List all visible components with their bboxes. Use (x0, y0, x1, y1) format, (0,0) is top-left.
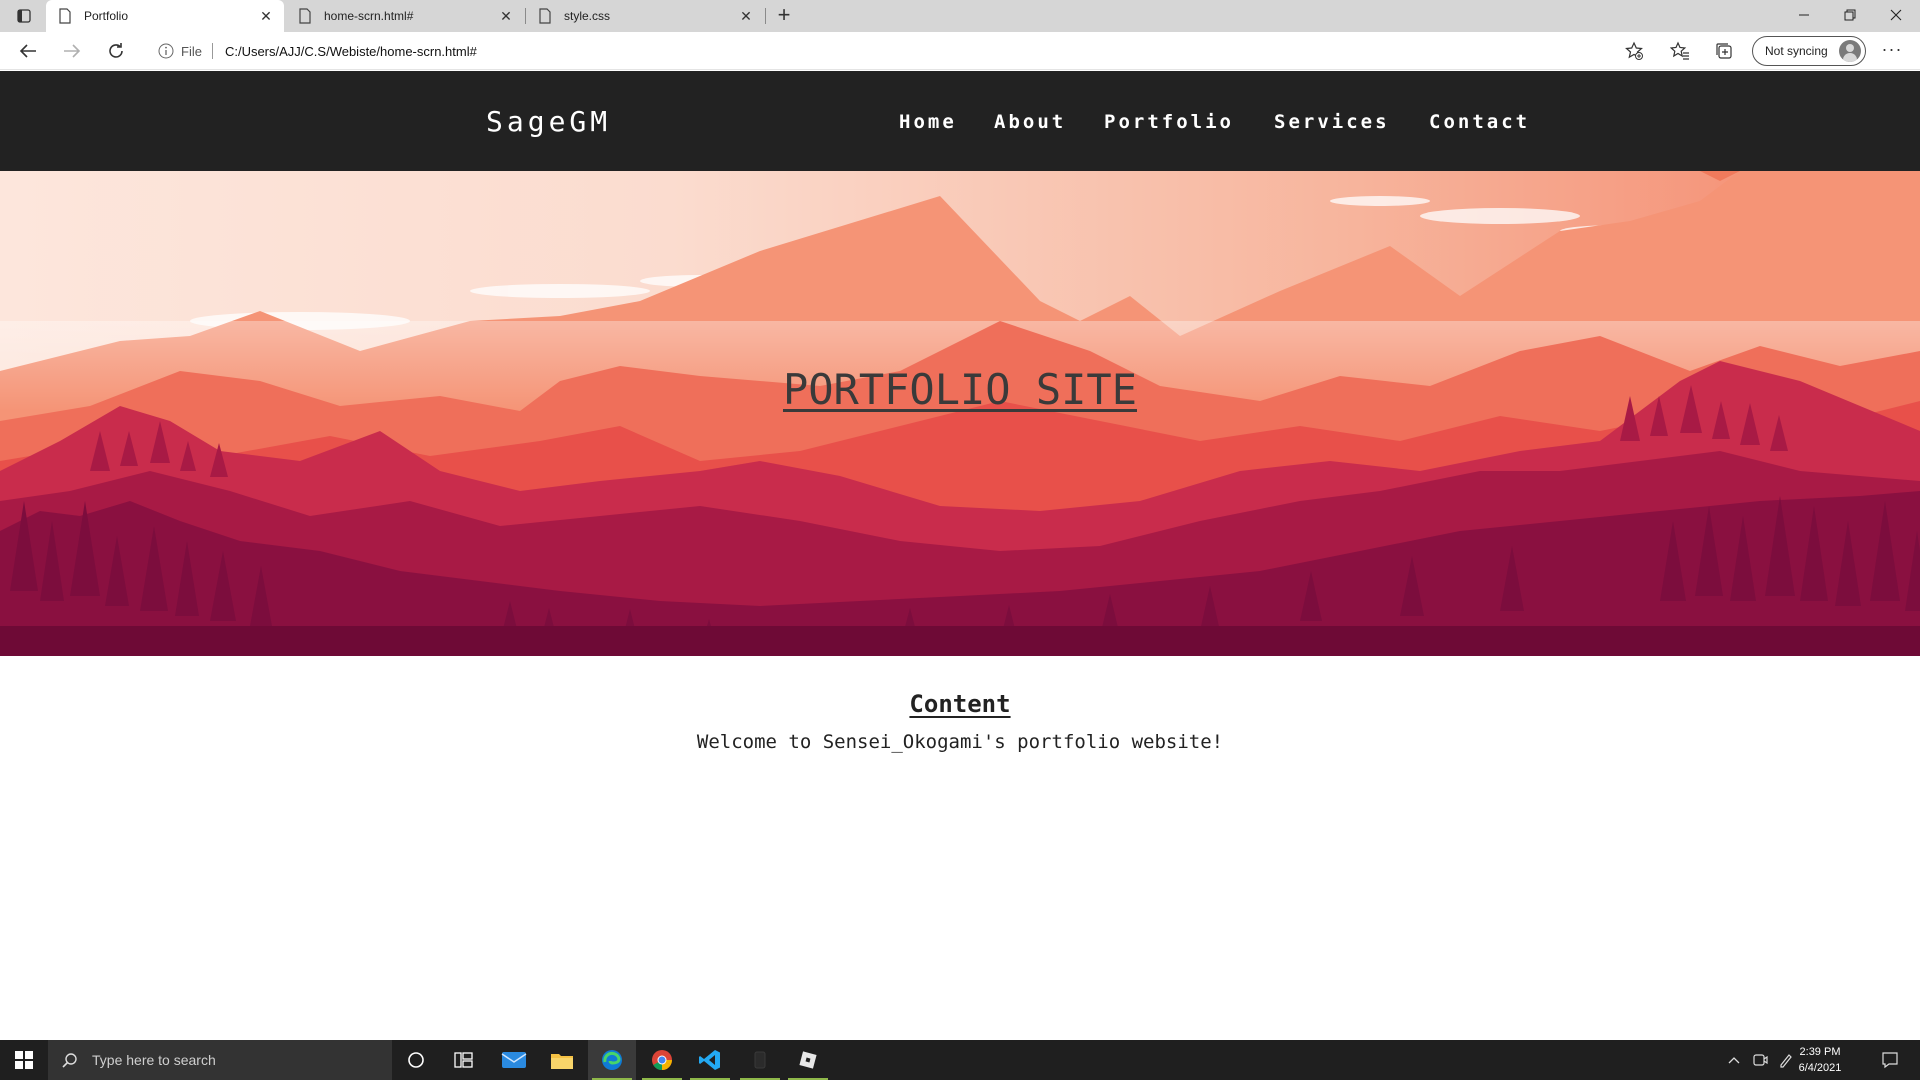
nav-home[interactable]: Home (899, 111, 957, 133)
hero-banner: PORTFOLIO SITE (0, 171, 1920, 656)
page-icon (539, 8, 551, 24)
start-button[interactable] (0, 1040, 48, 1080)
tab-actions-icon[interactable] (12, 6, 36, 26)
taskbar-search-box[interactable]: Type here to search (48, 1040, 392, 1080)
tab-label: Portfolio (84, 9, 129, 23)
chrome-icon[interactable] (638, 1040, 686, 1080)
tab-style-css[interactable]: style.css ✕ (526, 0, 764, 32)
tab-portfolio[interactable]: Portfolio ✕ (46, 0, 284, 32)
page-icon (59, 8, 71, 24)
minimize-button[interactable] (1782, 0, 1826, 30)
hero-title[interactable]: PORTFOLIO SITE (0, 365, 1920, 414)
forward-arrow-icon (64, 44, 81, 58)
tab-label: home-scrn.html# (324, 9, 414, 23)
app-icon[interactable] (736, 1040, 784, 1080)
browser-toolbar: File C:/Users/AJJ/C.S/Webiste/home-scrn.… (0, 32, 1920, 70)
tab-bar: Portfolio ✕ home-scrn.html# ✕ style.css … (0, 0, 1920, 32)
star-add-icon (1625, 41, 1643, 60)
address-bar[interactable]: File C:/Users/AJJ/C.S/Webiste/home-scrn.… (146, 36, 1692, 66)
close-icon[interactable]: ✕ (498, 8, 514, 24)
close-icon[interactable]: ✕ (738, 8, 754, 24)
favorites-button[interactable] (1666, 37, 1694, 65)
site-header: SageGM Home About Portfolio Services Con… (0, 71, 1920, 171)
tab-label: style.css (564, 9, 611, 23)
clock-time: 2:39 PM (1799, 1046, 1841, 1058)
close-window-button[interactable] (1874, 0, 1918, 30)
tab-separator (765, 8, 766, 24)
close-icon[interactable]: ✕ (258, 8, 274, 24)
tab-home-scrn[interactable]: home-scrn.html# ✕ (286, 0, 524, 32)
site-logo[interactable]: SageGM (486, 105, 611, 138)
content-heading[interactable]: Content (0, 690, 1920, 718)
restore-button[interactable] (1828, 0, 1872, 30)
favorites-icon (1670, 41, 1689, 60)
more-menu-button[interactable]: ··· (1878, 37, 1906, 65)
taskbar-clock[interactable]: 2:39 PM 6/4/2021 (1790, 1044, 1850, 1076)
nav-portfolio[interactable]: Portfolio (1104, 111, 1234, 133)
chevron-up-icon[interactable] (1720, 1040, 1748, 1080)
avatar-icon (1839, 40, 1861, 62)
notifications-button[interactable] (1870, 1040, 1910, 1080)
nav-services[interactable]: Services (1274, 111, 1390, 133)
address-divider (211, 43, 213, 59)
search-icon (62, 1053, 77, 1068)
clock-date: 6/4/2021 (1798, 1062, 1842, 1074)
file-explorer-icon[interactable] (538, 1040, 586, 1080)
cortana-icon[interactable] (392, 1040, 440, 1080)
collections-button[interactable] (1710, 37, 1738, 65)
edge-icon[interactable] (588, 1040, 636, 1080)
nav-contact[interactable]: Contact (1429, 111, 1530, 133)
sync-status-label: Not syncing (1765, 44, 1828, 58)
forward-button[interactable] (58, 37, 86, 65)
profile-sync-button[interactable]: Not syncing (1752, 36, 1866, 66)
meet-now-icon[interactable] (1748, 1040, 1772, 1080)
info-icon[interactable] (158, 43, 174, 59)
vscode-icon[interactable] (686, 1040, 734, 1080)
content-paragraph: Welcome to Sensei_Okogami's portfolio we… (696, 731, 1224, 753)
back-button[interactable] (14, 37, 42, 65)
windows-taskbar: Type here to search 2:39 PM 6/4/2021 (0, 1040, 1920, 1080)
back-arrow-icon (19, 44, 36, 58)
refresh-button[interactable] (102, 37, 130, 65)
roblox-icon[interactable] (784, 1040, 832, 1080)
page-icon (299, 8, 311, 24)
mail-icon[interactable] (490, 1040, 538, 1080)
add-favorite-button[interactable] (1620, 37, 1648, 65)
search-placeholder: Type here to search (92, 1052, 216, 1068)
new-tab-button[interactable]: + (772, 4, 796, 28)
refresh-icon (109, 43, 123, 58)
url-text[interactable]: C:/Users/AJJ/C.S/Webiste/home-scrn.html# (225, 44, 477, 59)
notification-icon (1882, 1052, 1898, 1069)
collections-icon (1716, 43, 1732, 59)
task-view-icon[interactable] (440, 1040, 488, 1080)
nav-about[interactable]: About (994, 111, 1066, 133)
windows-logo-icon (15, 1051, 33, 1069)
file-label: File (181, 43, 202, 59)
